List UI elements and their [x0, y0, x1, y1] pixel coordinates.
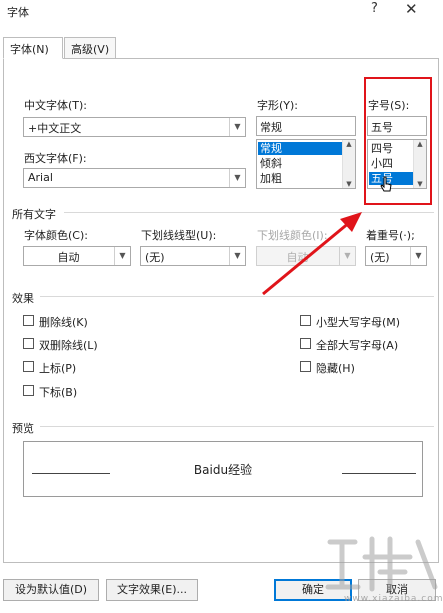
set-default-button[interactable]: 设为默认值(D)	[3, 579, 99, 601]
font-color-value: 自动	[57, 251, 80, 264]
tab-font[interactable]: 字体(N)	[3, 37, 63, 59]
preview-baseline-right	[342, 473, 416, 474]
font-style-list[interactable]: 常规 倾斜 加粗 ▲ ▼	[256, 139, 356, 189]
checkbox-box[interactable]	[300, 361, 311, 372]
chevron-up-icon[interactable]: ▲	[343, 140, 355, 148]
underline-type-label: 下划线线型(U):	[141, 229, 217, 242]
chevron-down-icon[interactable]: ▼	[114, 247, 130, 265]
font-style-input[interactable]: 常规	[256, 116, 356, 136]
underline-color-label: 下划线颜色(I):	[257, 229, 328, 242]
checkbox-label: 上标(P)	[39, 362, 77, 375]
dialog-title: 字体	[7, 6, 29, 19]
checkbox-box[interactable]	[23, 361, 34, 372]
font-style-value: 常规	[260, 121, 282, 134]
checkbox-label: 下标(B)	[39, 386, 78, 399]
title-bar: 字体 ? ✕	[0, 0, 443, 22]
checkbox-label: 隐藏(H)	[316, 362, 355, 375]
chinese-font-label: 中文字体(T):	[24, 99, 88, 112]
checkbox-label: 双删除线(L)	[39, 339, 98, 352]
underline-type-combo[interactable]: (无) ▼	[140, 246, 246, 266]
chevron-down-icon[interactable]: ▼	[229, 169, 245, 187]
preview-sample-text: Baidu经验	[193, 463, 253, 477]
list-item[interactable]: 常规	[258, 142, 342, 155]
preview-box: Baidu经验	[23, 441, 423, 497]
underline-color-combo: 自动 ▼	[256, 246, 356, 266]
watermark-text: www.xiazaiba.com	[344, 594, 443, 604]
checkbox-label: 全部大写字母(A)	[316, 339, 399, 352]
emphasis-value: (无)	[370, 251, 390, 264]
checkbox-label: 删除线(K)	[39, 316, 88, 329]
divider	[64, 212, 434, 213]
chevron-down-icon[interactable]: ▼	[229, 247, 245, 265]
chevron-down-icon[interactable]: ▼	[229, 118, 245, 136]
close-icon[interactable]: ✕	[405, 0, 418, 18]
chevron-down-icon: ▼	[339, 247, 355, 265]
divider	[40, 426, 434, 427]
emphasis-combo[interactable]: (无) ▼	[365, 246, 427, 266]
annotation-highlight-box	[364, 77, 432, 205]
cursor-icon	[380, 176, 392, 192]
help-icon[interactable]: ?	[371, 1, 378, 16]
underline-type-value: (无)	[145, 251, 165, 264]
checkbox-box[interactable]	[300, 315, 311, 326]
divider	[40, 296, 434, 297]
checkbox-box[interactable]	[300, 338, 311, 349]
font-color-combo[interactable]: 自动 ▼	[23, 246, 131, 266]
western-font-label: 西文字体(F):	[24, 152, 87, 165]
tab-advanced[interactable]: 高级(V)	[64, 37, 116, 59]
list-item[interactable]: 加粗	[258, 172, 342, 185]
chevron-down-icon[interactable]: ▼	[410, 247, 426, 265]
checkbox-box[interactable]	[23, 385, 34, 396]
scrollbar[interactable]: ▲ ▼	[342, 140, 355, 188]
checkbox-label: 小型大写字母(M)	[316, 316, 401, 329]
checkbox-box[interactable]	[23, 315, 34, 326]
underline-color-value: 自动	[286, 251, 309, 264]
western-font-value: Arial	[28, 171, 53, 184]
western-font-combo[interactable]: Arial ▼	[23, 168, 246, 188]
chinese-font-value: +中文正文	[28, 122, 82, 135]
chinese-font-combo[interactable]: +中文正文 ▼	[23, 117, 246, 137]
font-color-label: 字体颜色(C):	[24, 229, 88, 242]
effects-heading: 效果	[12, 292, 34, 305]
font-style-label: 字形(Y):	[257, 99, 299, 112]
chevron-down-icon[interactable]: ▼	[343, 180, 355, 188]
list-item[interactable]: 倾斜	[258, 157, 342, 170]
checkbox-box[interactable]	[23, 338, 34, 349]
preview-heading: 预览	[12, 422, 34, 435]
emphasis-label: 着重号(·);	[366, 229, 415, 242]
all-text-heading: 所有文字	[12, 208, 56, 221]
text-effects-button[interactable]: 文字效果(E)...	[106, 579, 198, 601]
